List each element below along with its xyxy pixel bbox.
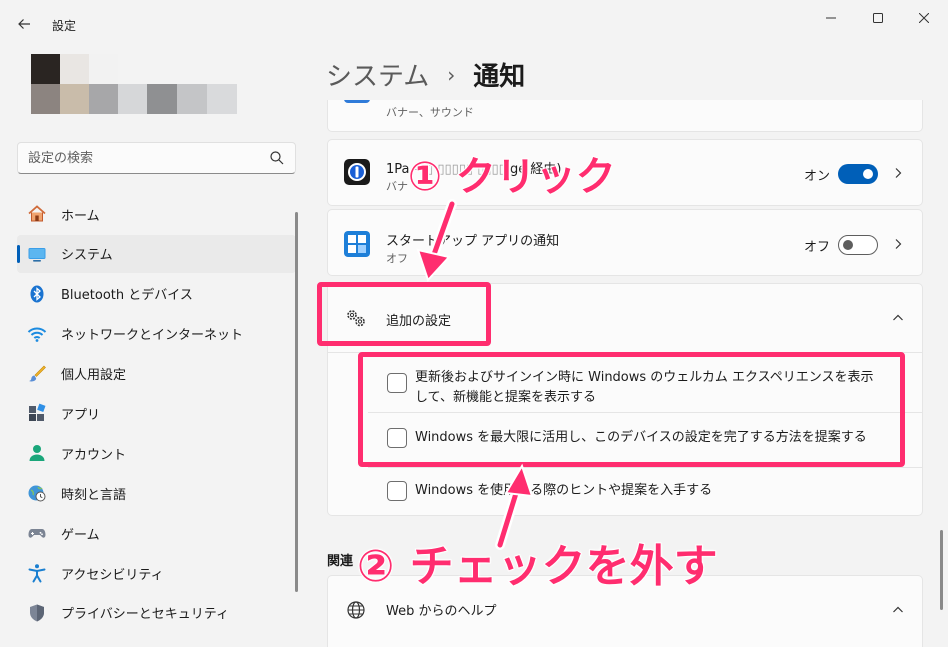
arrow-step1 xyxy=(416,199,457,282)
annotation-step1: ① クリック xyxy=(407,153,617,201)
annotation-step2: ② チェックを外す xyxy=(356,540,719,593)
